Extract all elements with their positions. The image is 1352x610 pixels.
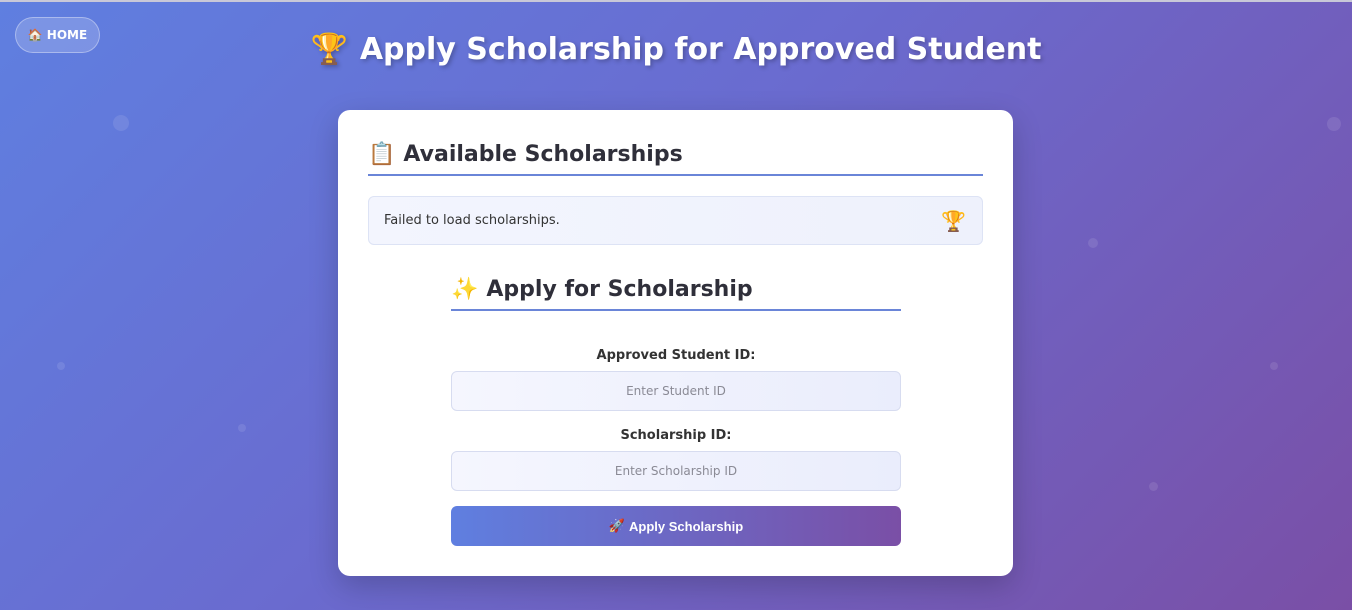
page-title: 🏆 Apply Scholarship for Approved Student — [0, 32, 1352, 67]
apply-scholarship-button[interactable]: 🚀 Apply Scholarship — [451, 506, 901, 546]
background-dot — [1270, 362, 1278, 370]
available-scholarships-title: Available Scholarships — [403, 142, 683, 167]
background-dot — [57, 362, 65, 370]
student-id-label: Approved Student ID: — [596, 348, 756, 363]
background-dot — [1088, 238, 1098, 248]
apply-scholarship-label: Apply Scholarship — [629, 518, 744, 534]
available-scholarships-heading: 📋 Available Scholarships — [368, 142, 983, 176]
top-border — [0, 0, 1352, 2]
sparkles-icon: ✨ — [451, 277, 479, 302]
apply-form-heading: ✨ Apply for Scholarship — [451, 277, 901, 311]
scholarships-status-message: Failed to load scholarships. 🏆 — [368, 196, 983, 245]
trophy-icon: 🏆 — [941, 208, 966, 233]
background-dot — [1149, 482, 1158, 491]
student-id-input[interactable] — [451, 371, 901, 411]
scholarship-id-input[interactable] — [451, 451, 901, 491]
main-card: 📋 Available Scholarships Failed to load … — [338, 110, 1013, 576]
clipboard-icon: 📋 — [368, 142, 396, 167]
background-dot — [113, 115, 129, 131]
status-message-text: Failed to load scholarships. — [384, 213, 560, 228]
scholarship-id-label: Scholarship ID: — [620, 428, 732, 443]
rocket-icon: 🚀 — [608, 518, 626, 533]
background-dot — [238, 424, 246, 432]
page-title-text: Apply Scholarship for Approved Student — [359, 32, 1042, 67]
trophy-icon: 🏆 — [310, 32, 348, 67]
apply-form-title: Apply for Scholarship — [486, 277, 753, 302]
background-dot — [1327, 117, 1341, 131]
